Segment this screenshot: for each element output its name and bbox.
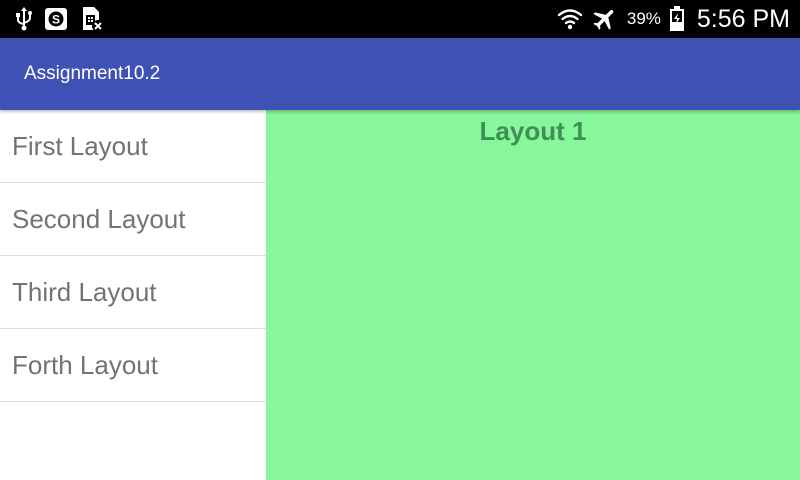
svg-text:S: S: [52, 13, 60, 27]
battery-icon: [669, 6, 685, 32]
app-s-icon: S: [44, 7, 68, 31]
layout-content-pane: Layout 1: [266, 110, 800, 480]
airplane-mode-icon: [591, 5, 619, 33]
list-item-label: Second Layout: [12, 203, 186, 234]
list-item-label: Forth Layout: [12, 349, 158, 380]
list-item-forth-layout[interactable]: Forth Layout: [0, 329, 266, 402]
battery-percent: 39%: [626, 9, 661, 28]
system-icons: 39% 5:56 PM: [557, 0, 790, 38]
usb-icon: [16, 7, 32, 31]
status-bar: S 39% 5:56 PM: [0, 0, 800, 38]
app-bar: Assignment10.2: [0, 38, 800, 110]
clock: 5:56 PM: [696, 4, 790, 33]
list-item-first-layout[interactable]: First Layout: [0, 110, 266, 183]
app-title: Assignment10.2: [24, 63, 161, 84]
notification-icons: S: [16, 0, 104, 38]
layout-list: First Layout Second Layout Third Layout …: [0, 110, 266, 480]
list-item-second-layout[interactable]: Second Layout: [0, 183, 266, 256]
list-item-label: Third Layout: [12, 276, 157, 307]
layout-title: Layout 1: [479, 116, 587, 146]
list-item-third-layout[interactable]: Third Layout: [0, 256, 266, 329]
wifi-icon: [557, 6, 583, 32]
no-sim-icon: [80, 6, 104, 32]
list-item-label: First Layout: [12, 130, 148, 161]
